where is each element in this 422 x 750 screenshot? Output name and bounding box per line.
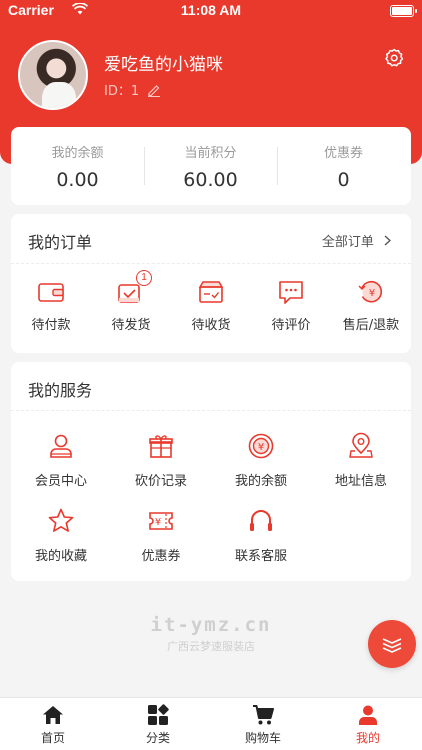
orders-title: 我的订单 [28,233,93,252]
tab-label: 分类 [145,731,170,745]
watermark-domain: it-ymz.cn [150,614,272,636]
balance-item[interactable]: 我的余额 0.00 [11,127,144,205]
star-icon [47,507,75,535]
order-label: 售后/退款 [342,318,400,333]
order-label: 待评价 [271,318,311,333]
divider [11,410,411,411]
service-label: 砍价记录 [134,474,187,489]
coupon-icon: ¥ [147,507,175,535]
all-orders-link[interactable]: 全部订单 [321,231,392,250]
divider [11,263,411,264]
category-icon [147,704,169,726]
tab-label: 首页 [40,731,65,745]
clock: 11:08 AM [180,2,242,18]
headset-icon [247,507,275,535]
comment-icon [277,278,305,306]
order-pending-payment[interactable]: 待付款 [11,278,91,333]
balance-label: 我的余额 [51,146,104,161]
service-favorites[interactable]: 我的收藏 [11,507,111,564]
settings-gear-icon[interactable] [384,48,404,68]
order-pending-shipment[interactable]: 1 待发货 [91,270,171,333]
service-coupons[interactable]: ¥ 优惠券 [111,507,211,564]
service-address-info[interactable]: 地址信息 [311,432,411,489]
order-pending-receipt[interactable]: 待收货 [171,278,251,333]
svg-text:¥: ¥ [258,442,264,453]
svg-text:¥: ¥ [369,288,375,299]
tab-label: 购物车 [244,731,281,745]
points-item[interactable]: 当前积分 60.00 [144,127,277,205]
pending-ship-icon: 1 [117,270,152,306]
user-id-label: ID：1 [104,84,140,99]
service-bargain-records[interactable]: 砍价记录 [111,432,211,489]
tab-cart[interactable]: 购物车 [213,704,313,746]
service-label: 我的余额 [234,474,287,489]
points-value: 60.00 [183,169,238,191]
user-id: ID：1 [104,80,161,101]
box-icon [197,278,225,306]
order-label: 待发货 [111,318,151,333]
gift-icon [147,432,175,460]
service-my-balance[interactable]: ¥ 我的余额 [211,432,311,489]
services-card: 我的服务 会员中心 砍价记录 ¥ 我的余额 地址信息 我的收藏 ¥ 优惠券 联系… [11,362,411,581]
service-label: 优惠券 [141,549,181,564]
username[interactable]: 爱吃鱼的小猫咪 [104,50,223,75]
floating-menu-button[interactable] [368,620,416,668]
battery-icon [390,5,417,17]
status-bar: Carrier 11:08 AM [0,0,422,22]
order-pending-review[interactable]: 待评价 [251,278,331,333]
service-label: 地址信息 [334,474,387,489]
order-after-sales[interactable]: ¥ 售后/退款 [331,278,411,333]
balance-card: 我的余额 0.00 当前积分 60.00 优惠券 0 [11,127,411,205]
edit-icon[interactable] [147,83,161,101]
tab-home[interactable]: 首页 [3,704,103,746]
service-member-center[interactable]: 会员中心 [11,432,111,489]
order-count-badge: 1 [136,270,152,286]
service-label: 会员中心 [34,474,87,489]
cart-icon [252,704,274,726]
service-label: 我的收藏 [34,549,87,564]
coupons-label: 优惠券 [323,146,363,161]
tab-category[interactable]: 分类 [108,704,208,746]
watermark-store: 广西云梦速服装店 [167,640,255,653]
person-icon [357,704,379,726]
chevron-right-icon [384,235,392,250]
tab-mine[interactable]: 我的 [318,704,418,746]
home-icon [42,704,64,726]
svg-text:¥: ¥ [155,517,161,528]
yen-coin-icon: ¥ [247,432,275,460]
order-label: 待付款 [31,318,71,333]
order-label: 待收货 [191,318,231,333]
service-customer-support[interactable]: 联系客服 [211,507,311,564]
balance-value: 0.00 [56,169,99,191]
all-orders-label: 全部订单 [321,235,374,250]
service-label: 联系客服 [234,549,287,564]
coupons-item[interactable]: 优惠券 0 [277,127,410,205]
user-icon [47,432,75,460]
wallet-icon [37,278,65,306]
avatar[interactable] [18,40,88,110]
services-title: 我的服务 [28,381,93,400]
orders-card: 我的订单 全部订单 待付款 1 待发货 待收货 待评价 ¥ 售后/退款 [11,214,411,353]
bottom-tab-bar: 首页 分类 购物车 我的 [0,697,422,750]
location-icon [347,432,375,460]
points-label: 当前积分 [184,146,237,161]
coupons-value: 0 [337,169,350,191]
refund-icon: ¥ [357,278,385,306]
tab-label: 我的 [355,731,380,745]
